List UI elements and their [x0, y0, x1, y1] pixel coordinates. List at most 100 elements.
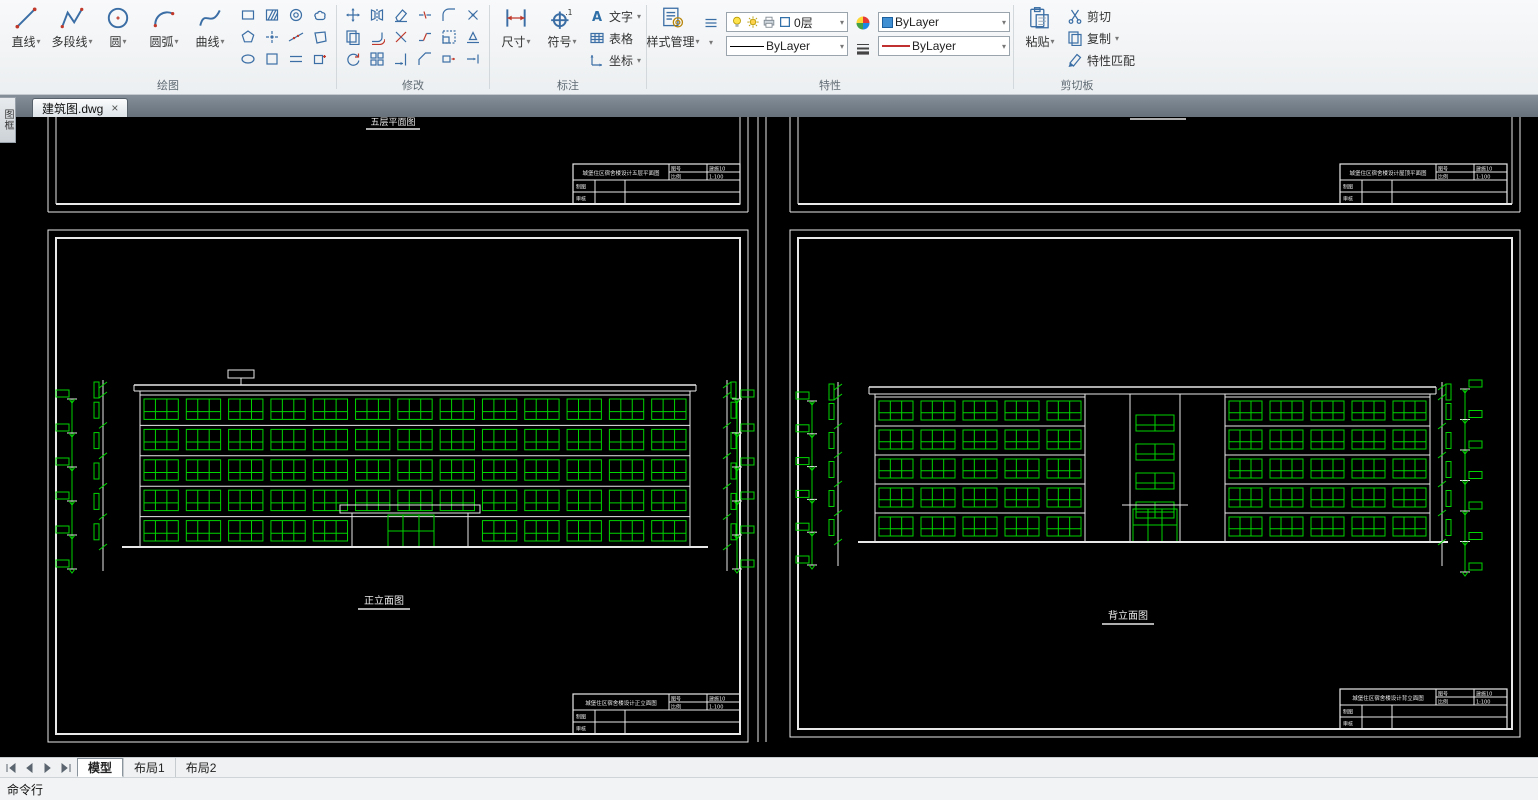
rotate-button[interactable]	[342, 48, 364, 70]
construction-line-button[interactable]	[285, 26, 307, 48]
trim-button[interactable]	[390, 26, 412, 48]
style-manager-button[interactable]: 样式管理 ▾	[647, 2, 700, 50]
construction-line-icon	[288, 32, 304, 42]
drawing-canvas[interactable]: 五层平面图城堡住区宿舍楼设计五层平面图图号 建施10比例 1:100制图审核城堡住区…	[0, 117, 1538, 757]
lengthen-button[interactable]	[462, 48, 484, 70]
color-picker-button[interactable]	[852, 12, 874, 34]
svg-text:制图: 制图	[1343, 709, 1353, 716]
wipeout-icon	[314, 31, 327, 44]
last-sheet-button[interactable]	[57, 760, 74, 776]
arc-tool-button[interactable]: 圆弧 ▾	[141, 2, 187, 50]
polygon-button[interactable]	[237, 26, 259, 48]
ribbon-group-clipboard: 粘贴 ▾ 剪切 复制 ▾ 特性匹配 剪切板	[1014, 0, 1140, 94]
next-sheet-button[interactable]	[39, 760, 56, 776]
mirror-button[interactable]	[366, 4, 388, 26]
color-select[interactable]: ByLayer ▾	[878, 12, 1011, 32]
svg-text:比例: 比例	[1438, 699, 1448, 706]
sheet-nav-buttons	[0, 758, 77, 777]
svg-text:城堡住区宿舍楼设计背立面图: 城堡住区宿舍楼设计背立面图	[1352, 694, 1424, 702]
multiline-icon	[290, 55, 302, 63]
lineweight-select[interactable]: ByLayer ▾	[878, 36, 1011, 56]
text-tool-button[interactable]: A 文字 ▾	[589, 6, 641, 26]
table-tool-button[interactable]: 表格	[589, 28, 641, 48]
hatch-button[interactable]	[261, 4, 283, 26]
chevron-down-icon[interactable]: ▾	[709, 38, 713, 47]
close-icon[interactable]: ×	[111, 102, 118, 114]
prev-sheet-button[interactable]	[21, 760, 38, 776]
svg-text:制图: 制图	[576, 714, 586, 721]
chamfer-icon	[418, 52, 431, 65]
side-panel-tab[interactable]: 图框	[0, 97, 16, 143]
block-insert-button[interactable]	[309, 48, 331, 70]
revision-cloud-button[interactable]	[309, 4, 331, 26]
circle-tool-button[interactable]: 圆 ▾	[95, 2, 141, 50]
paste-button[interactable]: 粘贴 ▾	[1017, 2, 1063, 50]
lengthen-icon	[467, 54, 479, 64]
offset-icon	[372, 32, 385, 45]
fillet-button[interactable]	[438, 4, 460, 26]
linetype-select[interactable]: ByLayer ▾	[726, 36, 849, 56]
svg-text:审核: 审核	[1343, 196, 1353, 203]
join-icon	[419, 32, 431, 42]
svg-text:A: A	[592, 10, 602, 24]
spline-tool-button[interactable]: 曲线 ▾	[187, 2, 233, 50]
multiline-button[interactable]	[285, 48, 307, 70]
block-insert-icon	[313, 54, 326, 65]
region-button[interactable]	[261, 48, 283, 70]
sheet-tab-model[interactable]: 模型	[77, 758, 124, 777]
layer-select[interactable]: 0层 ▾	[726, 12, 849, 32]
revision-cloud-icon	[314, 10, 326, 21]
move-button[interactable]	[342, 4, 364, 26]
match-properties-button[interactable]: 特性匹配	[1067, 50, 1135, 70]
cut-button[interactable]: 剪切	[1067, 6, 1135, 26]
polyline-tool-button[interactable]: 多段线 ▾	[49, 2, 95, 50]
align-icon	[467, 31, 479, 44]
linetype-manager-button[interactable]	[700, 12, 722, 34]
sheet-tab-layout2[interactable]: 布局2	[174, 758, 227, 777]
explode-button[interactable]	[462, 4, 484, 26]
point-icon	[266, 31, 278, 43]
group-label-modify: 修改	[402, 80, 424, 92]
svg-text:审核: 审核	[1343, 721, 1353, 728]
point-button[interactable]	[261, 26, 283, 48]
rectangle-button[interactable]	[237, 4, 259, 26]
offset-button[interactable]	[366, 26, 388, 48]
copy-obj-button[interactable]	[342, 26, 364, 48]
align-button[interactable]	[462, 26, 484, 48]
document-tabbar: 建筑图.dwg ×	[0, 95, 1538, 117]
symbol-tool-button[interactable]: .1 符号 ▾	[539, 2, 585, 50]
chamfer-button[interactable]	[414, 48, 436, 70]
group-label-draw: 绘图	[157, 80, 179, 92]
svg-text:审核: 审核	[576, 726, 586, 733]
coordinate-tool-button[interactable]: 坐标 ▾	[589, 50, 641, 70]
lineweight-select-value: ByLayer	[912, 39, 957, 53]
wipeout-button[interactable]	[309, 26, 331, 48]
dimension-tool-button[interactable]: 尺寸 ▾	[493, 2, 539, 50]
fillet-icon	[442, 8, 455, 21]
line-tool-button[interactable]: 直线 ▾	[3, 2, 49, 50]
list-lines-icon	[705, 18, 717, 28]
break-button[interactable]	[414, 4, 436, 26]
sheet-tab-layout1[interactable]: 布局1	[123, 758, 175, 777]
erase-button[interactable]	[390, 4, 412, 26]
stretch-icon	[442, 55, 455, 63]
copy-button[interactable]: 复制 ▾	[1067, 28, 1135, 48]
svg-text:图号: 图号	[671, 697, 681, 703]
scale-icon	[442, 30, 456, 44]
ellipse-button[interactable]	[237, 48, 259, 70]
svg-text:制图: 制图	[1343, 184, 1353, 191]
svg-text:比例: 比例	[671, 704, 681, 711]
array-button[interactable]	[366, 48, 388, 70]
layer-color-box-icon	[780, 17, 791, 27]
lineweight-settings-button[interactable]	[852, 38, 874, 60]
stretch-button[interactable]	[438, 48, 460, 70]
join-button[interactable]	[414, 26, 436, 48]
extend-button[interactable]	[390, 48, 412, 70]
svg-text:建施10: 建施10	[1476, 166, 1492, 173]
document-tab[interactable]: 建筑图.dwg ×	[32, 98, 129, 117]
svg-text:1:100: 1:100	[709, 705, 723, 711]
donut-button[interactable]	[285, 4, 307, 26]
scale-button[interactable]	[438, 26, 460, 48]
first-sheet-button[interactable]	[3, 760, 20, 776]
command-line-panel[interactable]: 命令行	[0, 777, 1538, 800]
